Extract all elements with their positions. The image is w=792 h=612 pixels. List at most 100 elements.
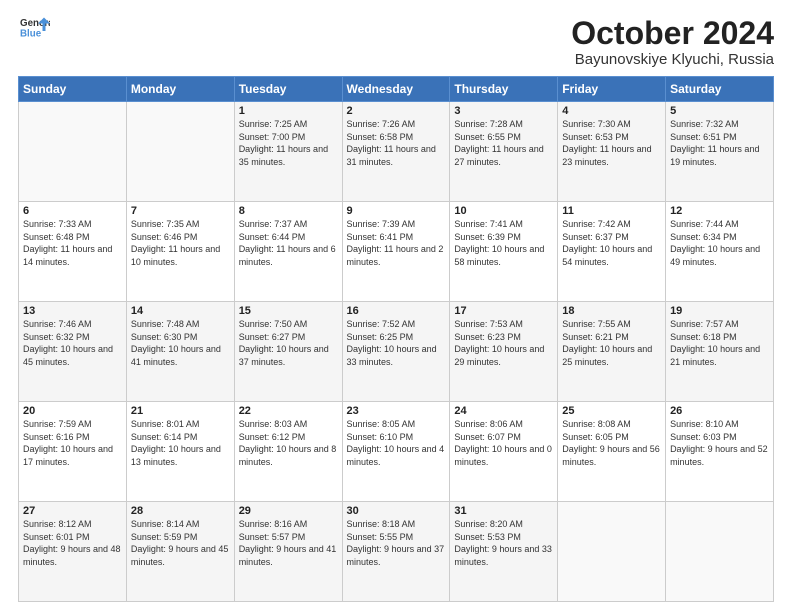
calendar-cell: 31Sunrise: 8:20 AM Sunset: 5:53 PM Dayli… — [450, 502, 558, 602]
day-number: 26 — [670, 405, 769, 417]
calendar-cell: 27Sunrise: 8:12 AM Sunset: 6:01 PM Dayli… — [19, 502, 127, 602]
calendar-week-3: 13Sunrise: 7:46 AM Sunset: 6:32 PM Dayli… — [19, 302, 774, 402]
calendar-cell: 8Sunrise: 7:37 AM Sunset: 6:44 PM Daylig… — [234, 202, 342, 302]
calendar-cell: 2Sunrise: 7:26 AM Sunset: 6:58 PM Daylig… — [342, 102, 450, 202]
col-wednesday: Wednesday — [342, 77, 450, 102]
day-info: Sunrise: 7:53 AM Sunset: 6:23 PM Dayligh… — [454, 318, 553, 368]
calendar-cell: 10Sunrise: 7:41 AM Sunset: 6:39 PM Dayli… — [450, 202, 558, 302]
calendar-cell: 29Sunrise: 8:16 AM Sunset: 5:57 PM Dayli… — [234, 502, 342, 602]
calendar-week-4: 20Sunrise: 7:59 AM Sunset: 6:16 PM Dayli… — [19, 402, 774, 502]
title-block: October 2024 Bayunovskiye Klyuchi, Russi… — [571, 16, 774, 68]
day-info: Sunrise: 8:12 AM Sunset: 6:01 PM Dayligh… — [23, 518, 122, 568]
day-info: Sunrise: 7:42 AM Sunset: 6:37 PM Dayligh… — [562, 218, 661, 268]
col-saturday: Saturday — [666, 77, 774, 102]
day-number: 6 — [23, 205, 122, 217]
day-info: Sunrise: 7:37 AM Sunset: 6:44 PM Dayligh… — [239, 218, 338, 268]
calendar-cell: 30Sunrise: 8:18 AM Sunset: 5:55 PM Dayli… — [342, 502, 450, 602]
day-number: 18 — [562, 305, 661, 317]
calendar-header-row: Sunday Monday Tuesday Wednesday Thursday… — [19, 77, 774, 102]
page-title: October 2024 — [571, 16, 774, 51]
col-friday: Friday — [558, 77, 666, 102]
day-number: 5 — [670, 105, 769, 117]
day-info: Sunrise: 7:41 AM Sunset: 6:39 PM Dayligh… — [454, 218, 553, 268]
calendar-cell: 20Sunrise: 7:59 AM Sunset: 6:16 PM Dayli… — [19, 402, 127, 502]
svg-text:Blue: Blue — [20, 28, 42, 39]
day-number: 27 — [23, 505, 122, 517]
day-number: 7 — [131, 205, 230, 217]
day-number: 21 — [131, 405, 230, 417]
day-info: Sunrise: 7:32 AM Sunset: 6:51 PM Dayligh… — [670, 118, 769, 168]
day-info: Sunrise: 8:01 AM Sunset: 6:14 PM Dayligh… — [131, 418, 230, 468]
day-info: Sunrise: 8:10 AM Sunset: 6:03 PM Dayligh… — [670, 418, 769, 468]
calendar-cell: 19Sunrise: 7:57 AM Sunset: 6:18 PM Dayli… — [666, 302, 774, 402]
calendar-cell: 14Sunrise: 7:48 AM Sunset: 6:30 PM Dayli… — [126, 302, 234, 402]
day-number: 22 — [239, 405, 338, 417]
day-info: Sunrise: 7:30 AM Sunset: 6:53 PM Dayligh… — [562, 118, 661, 168]
day-number: 28 — [131, 505, 230, 517]
day-info: Sunrise: 8:05 AM Sunset: 6:10 PM Dayligh… — [347, 418, 446, 468]
calendar-cell: 4Sunrise: 7:30 AM Sunset: 6:53 PM Daylig… — [558, 102, 666, 202]
calendar: Sunday Monday Tuesday Wednesday Thursday… — [18, 76, 774, 602]
day-info: Sunrise: 7:28 AM Sunset: 6:55 PM Dayligh… — [454, 118, 553, 168]
calendar-week-1: 1Sunrise: 7:25 AM Sunset: 7:00 PM Daylig… — [19, 102, 774, 202]
day-number: 20 — [23, 405, 122, 417]
day-info: Sunrise: 7:39 AM Sunset: 6:41 PM Dayligh… — [347, 218, 446, 268]
calendar-cell: 16Sunrise: 7:52 AM Sunset: 6:25 PM Dayli… — [342, 302, 450, 402]
day-info: Sunrise: 7:33 AM Sunset: 6:48 PM Dayligh… — [23, 218, 122, 268]
day-info: Sunrise: 8:06 AM Sunset: 6:07 PM Dayligh… — [454, 418, 553, 468]
calendar-cell: 11Sunrise: 7:42 AM Sunset: 6:37 PM Dayli… — [558, 202, 666, 302]
day-number: 8 — [239, 205, 338, 217]
col-tuesday: Tuesday — [234, 77, 342, 102]
calendar-cell: 26Sunrise: 8:10 AM Sunset: 6:03 PM Dayli… — [666, 402, 774, 502]
day-info: Sunrise: 8:08 AM Sunset: 6:05 PM Dayligh… — [562, 418, 661, 468]
calendar-cell: 6Sunrise: 7:33 AM Sunset: 6:48 PM Daylig… — [19, 202, 127, 302]
day-number: 24 — [454, 405, 553, 417]
day-number: 9 — [347, 205, 446, 217]
day-number: 14 — [131, 305, 230, 317]
calendar-cell: 1Sunrise: 7:25 AM Sunset: 7:00 PM Daylig… — [234, 102, 342, 202]
calendar-cell: 28Sunrise: 8:14 AM Sunset: 5:59 PM Dayli… — [126, 502, 234, 602]
day-number: 2 — [347, 105, 446, 117]
day-number: 16 — [347, 305, 446, 317]
calendar-cell — [19, 102, 127, 202]
day-info: Sunrise: 7:44 AM Sunset: 6:34 PM Dayligh… — [670, 218, 769, 268]
day-info: Sunrise: 8:16 AM Sunset: 5:57 PM Dayligh… — [239, 518, 338, 568]
day-number: 23 — [347, 405, 446, 417]
day-number: 13 — [23, 305, 122, 317]
day-info: Sunrise: 7:52 AM Sunset: 6:25 PM Dayligh… — [347, 318, 446, 368]
calendar-cell: 23Sunrise: 8:05 AM Sunset: 6:10 PM Dayli… — [342, 402, 450, 502]
calendar-cell: 24Sunrise: 8:06 AM Sunset: 6:07 PM Dayli… — [450, 402, 558, 502]
calendar-cell: 22Sunrise: 8:03 AM Sunset: 6:12 PM Dayli… — [234, 402, 342, 502]
day-number: 4 — [562, 105, 661, 117]
day-info: Sunrise: 7:26 AM Sunset: 6:58 PM Dayligh… — [347, 118, 446, 168]
day-info: Sunrise: 7:57 AM Sunset: 6:18 PM Dayligh… — [670, 318, 769, 368]
calendar-cell: 18Sunrise: 7:55 AM Sunset: 6:21 PM Dayli… — [558, 302, 666, 402]
calendar-cell: 3Sunrise: 7:28 AM Sunset: 6:55 PM Daylig… — [450, 102, 558, 202]
calendar-cell: 13Sunrise: 7:46 AM Sunset: 6:32 PM Dayli… — [19, 302, 127, 402]
day-number: 25 — [562, 405, 661, 417]
calendar-week-2: 6Sunrise: 7:33 AM Sunset: 6:48 PM Daylig… — [19, 202, 774, 302]
calendar-cell: 21Sunrise: 8:01 AM Sunset: 6:14 PM Dayli… — [126, 402, 234, 502]
day-info: Sunrise: 7:59 AM Sunset: 6:16 PM Dayligh… — [23, 418, 122, 468]
day-info: Sunrise: 8:20 AM Sunset: 5:53 PM Dayligh… — [454, 518, 553, 568]
day-number: 19 — [670, 305, 769, 317]
logo-icon: General Blue — [20, 16, 50, 40]
calendar-cell: 25Sunrise: 8:08 AM Sunset: 6:05 PM Dayli… — [558, 402, 666, 502]
day-number: 10 — [454, 205, 553, 217]
col-monday: Monday — [126, 77, 234, 102]
day-number: 30 — [347, 505, 446, 517]
calendar-cell: 17Sunrise: 7:53 AM Sunset: 6:23 PM Dayli… — [450, 302, 558, 402]
day-info: Sunrise: 8:03 AM Sunset: 6:12 PM Dayligh… — [239, 418, 338, 468]
calendar-cell — [666, 502, 774, 602]
day-info: Sunrise: 8:18 AM Sunset: 5:55 PM Dayligh… — [347, 518, 446, 568]
calendar-cell: 15Sunrise: 7:50 AM Sunset: 6:27 PM Dayli… — [234, 302, 342, 402]
col-thursday: Thursday — [450, 77, 558, 102]
calendar-cell: 9Sunrise: 7:39 AM Sunset: 6:41 PM Daylig… — [342, 202, 450, 302]
calendar-cell: 12Sunrise: 7:44 AM Sunset: 6:34 PM Dayli… — [666, 202, 774, 302]
day-number: 11 — [562, 205, 661, 217]
day-info: Sunrise: 8:14 AM Sunset: 5:59 PM Dayligh… — [131, 518, 230, 568]
day-number: 12 — [670, 205, 769, 217]
day-number: 17 — [454, 305, 553, 317]
calendar-cell: 7Sunrise: 7:35 AM Sunset: 6:46 PM Daylig… — [126, 202, 234, 302]
header: General Blue October 2024 Bayunovskiye K… — [18, 16, 774, 68]
